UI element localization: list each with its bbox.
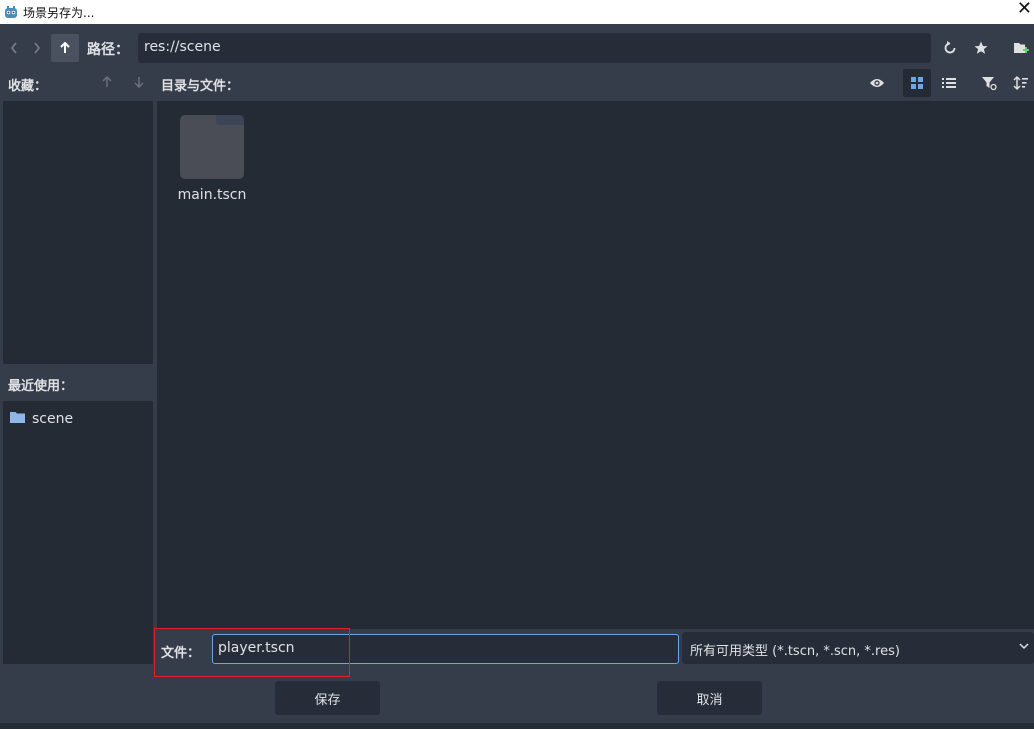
sort-icon[interactable]: [1007, 69, 1034, 97]
file-list-area[interactable]: main.tscn: [157, 101, 1034, 629]
folder-icon: [10, 411, 25, 427]
window-title: 场景另存为...: [23, 5, 95, 20]
file-name: main.tscn: [177, 187, 247, 203]
move-down-icon[interactable]: [130, 72, 148, 92]
recent-item-label: scene: [32, 411, 74, 427]
file-item[interactable]: main.tscn: [177, 115, 247, 203]
directories-header: 目录与文件：: [161, 79, 240, 94]
cancel-button[interactable]: 取消: [657, 681, 762, 715]
filter-icon[interactable]: [975, 69, 1003, 97]
new-folder-icon[interactable]: [1007, 34, 1034, 62]
recent-header: 最近使用：: [8, 379, 74, 394]
close-icon[interactable]: ✕: [1017, 0, 1032, 18]
path-input[interactable]: res://scene: [138, 33, 931, 63]
refresh-icon[interactable]: [937, 34, 963, 62]
save-scene-dialog: 路径： res://scene 收藏： 最近使用： scene 目录与文件： m…: [0, 24, 1034, 729]
path-toolbar: 路径： res://scene: [0, 24, 1034, 72]
chevron-down-icon: [1018, 640, 1030, 656]
chevron-left-icon[interactable]: [4, 34, 24, 62]
file-type-selected: 所有可用类型 (*.tscn, *.scn, *.res): [690, 644, 900, 659]
recent-list: scene: [3, 401, 153, 664]
recent-item-scene[interactable]: scene: [10, 409, 73, 429]
list-view-icon[interactable]: [935, 69, 963, 97]
path-label: 路径：: [87, 42, 129, 58]
favorites-list[interactable]: [3, 101, 153, 364]
favorites-header: 收藏：: [8, 79, 48, 94]
scene-thumbnail-icon: [180, 115, 244, 179]
arrow-up-icon[interactable]: [51, 34, 79, 62]
godot-icon: [3, 4, 19, 20]
window-titlebar: 场景另存为... ✕: [0, 0, 1034, 24]
save-button[interactable]: 保存: [275, 681, 380, 715]
chevron-right-icon[interactable]: [27, 34, 47, 62]
annotation-highlight-box: [154, 628, 350, 677]
file-type-select[interactable]: 所有可用类型 (*.tscn, *.scn, *.res): [682, 632, 1034, 664]
eye-icon[interactable]: [863, 69, 891, 97]
move-up-icon[interactable]: [98, 72, 116, 92]
editor-strip-behind: [0, 723, 1034, 729]
grid-view-icon[interactable]: [903, 69, 931, 97]
star-icon[interactable]: [968, 34, 994, 62]
